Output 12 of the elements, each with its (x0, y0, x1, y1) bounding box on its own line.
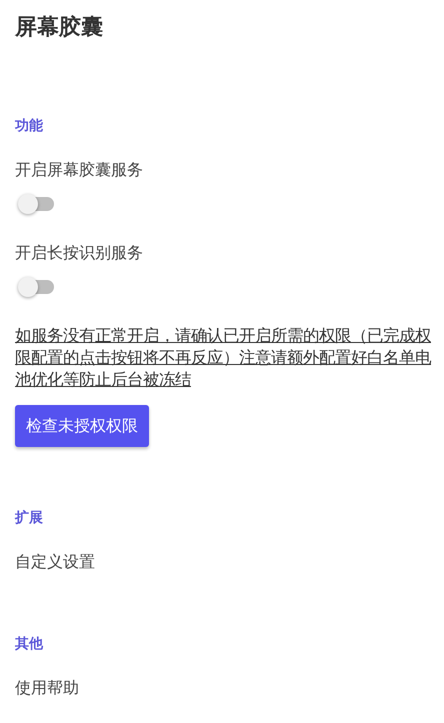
check-permissions-button[interactable]: 检查未授权权限 (15, 405, 149, 447)
permission-note: 如服务没有正常开启，请确认已开启所需的权限（已完成权限配置的点击按钮将不再反应）注意请额外配置好白名单电池优化等防止后台被冻结 (15, 325, 432, 391)
section-header: 扩展 (15, 508, 43, 528)
menu-item[interactable]: 使用帮助 (15, 677, 79, 699)
toggle-switch[interactable] (18, 277, 54, 297)
page-title: 屏幕胶囊 (15, 14, 103, 42)
section-header: 其他 (15, 635, 43, 654)
toggle-switch[interactable] (18, 194, 54, 214)
setting-label: 开启长按识别服务 (15, 242, 143, 264)
menu-item[interactable]: 自定义设置 (15, 551, 95, 573)
section-header: 功能 (15, 117, 43, 136)
setting-label: 开启屏幕胶囊服务 (15, 159, 143, 181)
